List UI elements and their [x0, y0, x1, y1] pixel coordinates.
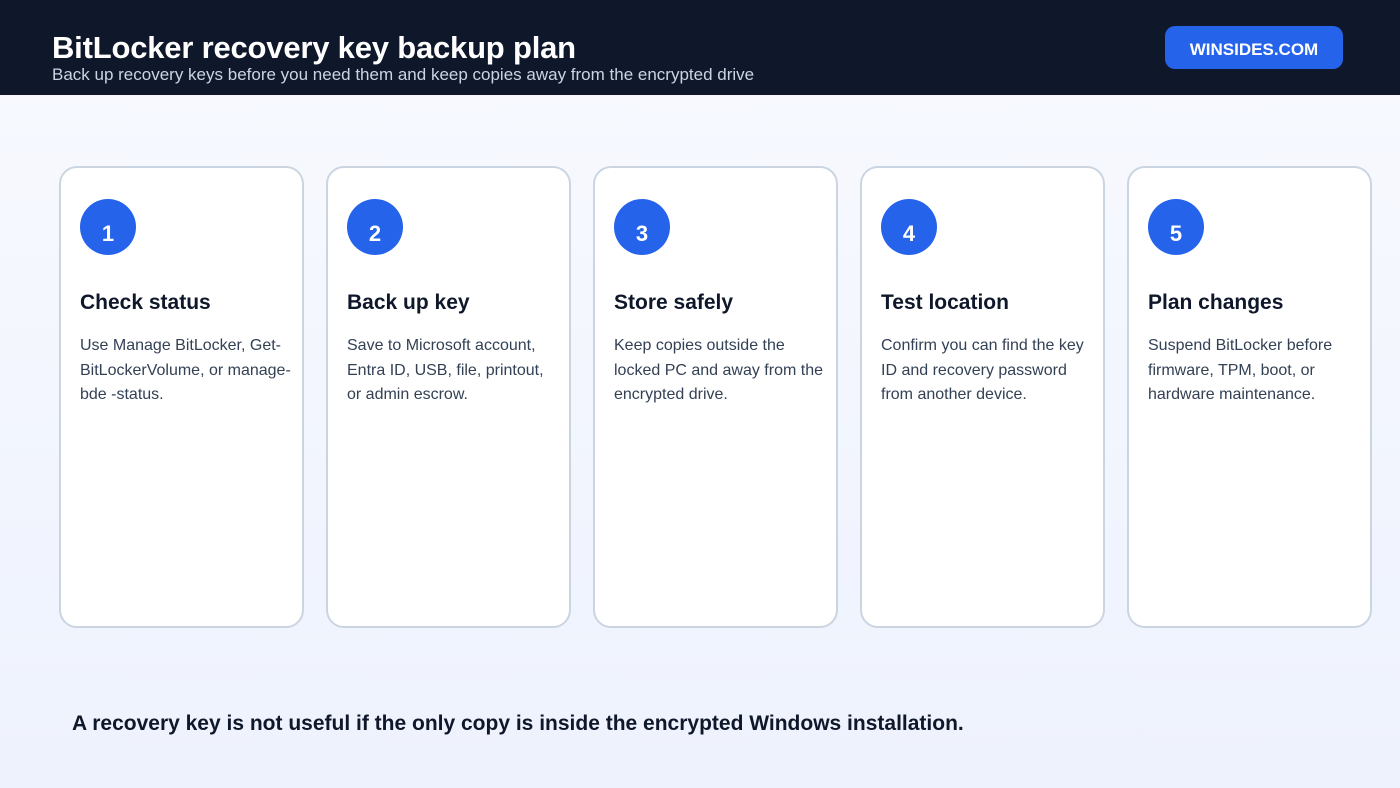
page-subtitle: Back up recovery keys before you need th…: [52, 65, 755, 84]
step-description: Suspend BitLocker before firmware, TPM, …: [1148, 337, 1333, 403]
step-description: Use Manage BitLocker, Get-BitLockerVolum…: [80, 337, 291, 403]
step-description: Save to Microsoft account, Entra ID, USB…: [347, 337, 544, 403]
step-number-badge: 2: [347, 199, 403, 255]
step-number-badge: 5: [1148, 199, 1204, 255]
footer-note: A recovery key is not useful if the only…: [72, 712, 964, 735]
step-card-3: 3 Store safely Keep copies outside the l…: [593, 166, 838, 628]
step-number-badge: 3: [614, 199, 670, 255]
step-title: Back up key: [347, 291, 470, 314]
step-title: Store safely: [614, 291, 734, 314]
step-card-4: 4 Test location Confirm you can find the…: [860, 166, 1105, 628]
header-bar: BitLocker recovery key backup plan Back …: [0, 0, 1400, 95]
step-description: Confirm you can find the key ID and reco…: [881, 337, 1084, 403]
step-card-1: 1 Check status Use Manage BitLocker, Get…: [59, 166, 304, 628]
step-description: Keep copies outside the locked PC and aw…: [614, 337, 823, 403]
step-title: Plan changes: [1148, 291, 1284, 314]
step-number-badge: 1: [80, 199, 136, 255]
step-title: Check status: [80, 291, 211, 314]
step-number-badge: 4: [881, 199, 937, 255]
page: BitLocker recovery key backup plan Back …: [0, 0, 1400, 788]
brand-button[interactable]: WINSIDES.COM: [1165, 26, 1343, 69]
page-title: BitLocker recovery key backup plan: [52, 30, 576, 65]
step-card-2: 2 Back up key Save to Microsoft account,…: [326, 166, 571, 628]
step-card-5: 5 Plan changes Suspend BitLocker before …: [1127, 166, 1372, 628]
step-title: Test location: [881, 291, 1009, 314]
